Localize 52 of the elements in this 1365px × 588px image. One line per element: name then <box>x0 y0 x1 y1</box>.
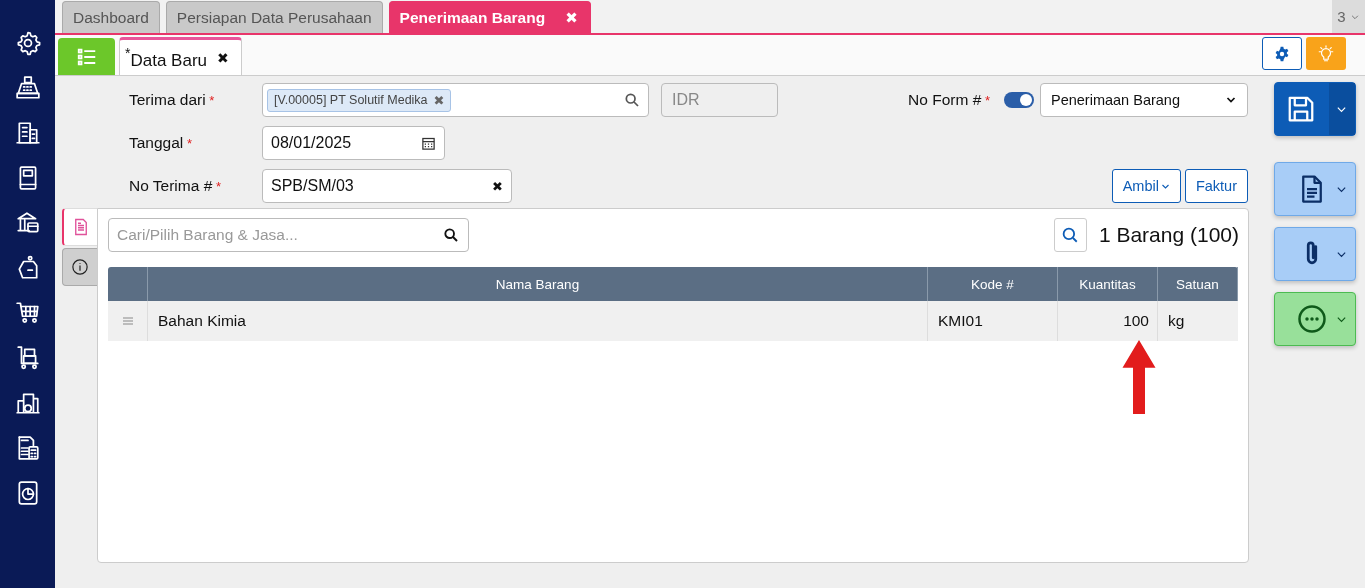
save-button[interactable] <box>1273 82 1356 136</box>
table-cell-text: kg <box>1167 311 1186 331</box>
field-label: No Terima # * <box>129 177 222 195</box>
lightbulb-icon <box>1317 44 1335 63</box>
table-row[interactable]: Bahan Kimia KMI01 100 kg <box>108 301 1238 341</box>
search-button[interactable] <box>1053 218 1087 252</box>
tab[interactable]: $^{*}$Data Baru ✖ <box>119 37 242 75</box>
action-button[interactable]: Ambil <box>1111 169 1181 203</box>
vendor-field[interactable]: [V.00005] PT Solutif Medika ✖ <box>262 83 649 117</box>
close-icon[interactable]: ✖ <box>565 8 578 27</box>
more-icon <box>1296 304 1327 334</box>
cart-icon[interactable] <box>14 300 41 326</box>
gear-icon[interactable] <box>14 30 41 56</box>
close-icon[interactable]: ✖ <box>217 49 229 66</box>
table-cell: Bahan Kimia <box>148 301 928 341</box>
item-count: 1 Barang (100) <box>1098 223 1239 247</box>
clear-icon[interactable]: ✖ <box>492 178 503 194</box>
drag-handle-icon <box>121 315 134 327</box>
toggle-switch[interactable] <box>1004 92 1034 108</box>
date-field[interactable]: 08/01/2025 <box>262 126 445 160</box>
calendar-icon <box>421 135 436 151</box>
tab[interactable]: Persiapan Data Perusahaan <box>165 1 383 33</box>
remove-icon[interactable]: ✖ <box>433 92 445 108</box>
vendor-tag: [V.00005] PT Solutif Medika ✖ <box>267 88 452 112</box>
item-search-field[interactable]: Cari/Pilih Barang & Jasa... <box>108 218 469 252</box>
tab-count-dropdown[interactable]: 3 <box>1332 0 1365 33</box>
tab[interactable]: Penerimaan Barang ✖ <box>388 1 591 33</box>
tab[interactable]: Dashboard <box>62 1 160 33</box>
field-label: Tanggal * <box>129 134 193 152</box>
settings-icon <box>1274 45 1290 62</box>
table-cell: 100 <box>1058 301 1158 341</box>
search-icon <box>443 227 459 243</box>
field-label: Terima dari * <box>129 91 216 109</box>
field-label: No Form # * <box>908 91 990 109</box>
bank-icon[interactable] <box>14 210 41 236</box>
trolley-icon[interactable] <box>14 345 41 371</box>
warehouse-icon[interactable] <box>14 390 41 416</box>
receipt-number-field[interactable]: SPB/SM/03 ✖ <box>262 169 512 203</box>
document-button[interactable] <box>1273 162 1356 216</box>
form-type-select[interactable]: Penerimaan Barang <box>1040 83 1248 117</box>
more-button[interactable] <box>1273 292 1356 346</box>
cash-register-icon[interactable] <box>14 75 41 101</box>
search-icon <box>624 92 640 108</box>
search-icon <box>1061 226 1080 244</box>
action-button[interactable]: Faktur <box>1184 169 1248 203</box>
settings-button[interactable] <box>1262 37 1302 70</box>
side-tab[interactable] <box>62 248 97 286</box>
currency-field: IDR <box>661 83 778 117</box>
info-icon <box>71 258 89 276</box>
building-icon[interactable] <box>14 120 41 146</box>
attachment-button[interactable] <box>1273 227 1356 281</box>
table-cell: KMI01 <box>928 301 1058 341</box>
